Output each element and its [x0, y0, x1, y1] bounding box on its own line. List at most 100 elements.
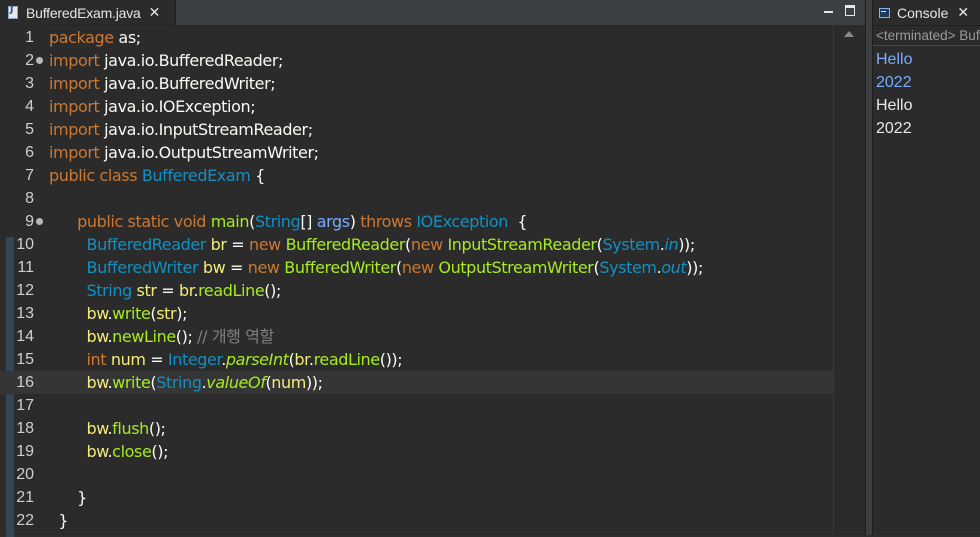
code-editor[interactable]: 1 package as; 2 import java.io.BufferedRead… [0, 25, 833, 535]
console-view: Console ✕ <terminated> BufferedExam [Jav… [873, 0, 980, 535]
console-line: 2022 [876, 120, 912, 137]
code-line[interactable]: 7 public class BufferedExam { [0, 164, 833, 187]
line-number: 16 [16, 374, 34, 391]
scroll-up-arrow-icon[interactable] [844, 31, 854, 37]
line-number: 17 [16, 397, 34, 414]
code-line[interactable]: 1 package as; [0, 26, 833, 49]
code-line[interactable]: 16 bw.write(String.valueOf(num)); [0, 371, 833, 394]
code-token: java.io.InputStreamReader; [99, 120, 313, 139]
code-token: str [136, 281, 157, 300]
console-icon [879, 7, 890, 18]
code-token: valueOf [206, 373, 266, 392]
code-token: bw [202, 258, 226, 277]
maximize-icon[interactable] [845, 5, 855, 16]
code-text: bw.close(); [49, 440, 169, 463]
code-token: public static void [77, 212, 207, 231]
fold-toggle-icon[interactable] [36, 57, 43, 64]
minimize-icon[interactable] [824, 11, 833, 13]
code-token: int [86, 350, 107, 369]
code-text: public static void main(String[] args) t… [49, 210, 527, 233]
code-line[interactable]: 14 bw.newLine(); // 개행 역할 [0, 325, 833, 348]
code-token: IOException [416, 212, 509, 231]
code-token: import [49, 97, 100, 116]
line-number: 2 [25, 52, 34, 69]
code-line[interactable]: 9 public static void main(String[] args)… [0, 210, 833, 233]
code-text: BufferedWriter bw = new BufferedWriter(n… [49, 256, 704, 279]
line-number: 11 [17, 259, 34, 276]
code-token: )); [305, 373, 323, 392]
code-line[interactable]: 15 int num = Integer.parseInt(br.readLin… [0, 348, 833, 371]
code-token: } [49, 488, 87, 507]
code-token: newLine [112, 327, 176, 346]
code-line[interactable]: 12 String str = br.readLine(); [0, 279, 833, 302]
code-token: (); [264, 281, 281, 300]
close-icon[interactable]: ✕ [149, 5, 161, 21]
line-number: 13 [16, 305, 34, 322]
code-line[interactable]: 6 import java.io.OutputStreamWriter; [0, 141, 833, 164]
code-line[interactable]: 10 BufferedReader br = new BufferedReade… [0, 233, 833, 256]
code-line[interactable]: 13 bw.write(str); [0, 302, 833, 325]
code-line[interactable]: 8 [0, 187, 833, 210]
line-number: 22 [16, 512, 34, 529]
editor-vertical-scrollbar[interactable] [833, 25, 866, 535]
code-line[interactable]: 18 bw.flush(); [0, 417, 833, 440]
code-line[interactable]: 11 BufferedWriter bw = new BufferedWrite… [0, 256, 833, 279]
editor-tab-label: BufferedExam.java [26, 4, 141, 21]
code-token: br [178, 281, 194, 300]
code-token: bw [86, 419, 108, 438]
console-line: Hello [876, 97, 913, 114]
fold-toggle-icon[interactable] [36, 218, 43, 225]
code-line[interactable]: 17 [0, 394, 833, 417]
code-line[interactable]: 19 bw.close(); [0, 440, 833, 463]
code-token: String [86, 281, 133, 300]
code-token: import [49, 51, 100, 70]
code-line[interactable]: 3 import java.io.BufferedWriter; [0, 72, 833, 95]
code-text: BufferedReader br = new BufferedReader(n… [49, 233, 696, 256]
pane-divider[interactable] [865, 0, 873, 535]
code-token: )); [678, 235, 695, 254]
code-token: import [49, 143, 100, 162]
code-token: br [210, 235, 227, 254]
line-number: 1 [25, 29, 34, 46]
tab-console[interactable]: Console ✕ [873, 0, 969, 25]
code-token: ()); [379, 350, 403, 369]
code-token: package [49, 28, 114, 47]
console-tab-bar: Console ✕ [873, 0, 980, 26]
line-number: 14 [16, 328, 34, 345]
line-number: 5 [25, 121, 34, 138]
editor-tab-bufferedexam[interactable]: BufferedExam.java ✕ [0, 0, 176, 25]
code-token: BufferedWriter [86, 258, 199, 277]
code-token: num [110, 350, 146, 369]
code-token: args [316, 212, 350, 231]
code-token: OutputStreamWriter [438, 258, 594, 277]
console-output[interactable]: Hello 2022 Hello 2022 [876, 48, 912, 140]
code-token: System [602, 235, 660, 254]
code-text: package as; [49, 26, 141, 49]
code-line[interactable]: 2 import java.io.BufferedReader; [0, 49, 833, 72]
code-token: bw [86, 327, 108, 346]
code-line[interactable]: 4 import java.io.IOException; [0, 95, 833, 118]
code-token: (); [151, 442, 169, 461]
code-line[interactable]: 5 import java.io.InputStreamReader; [0, 118, 833, 141]
code-token: = [156, 281, 179, 300]
code-line[interactable]: 20 [0, 463, 833, 486]
code-token: new [249, 235, 281, 254]
code-line[interactable]: 21 } [0, 486, 833, 509]
close-icon[interactable]: ✕ [957, 5, 969, 21]
editor-pane: BufferedExam.java ✕ 1 package as; 2 import … [0, 0, 866, 537]
code-line[interactable]: 22 } [0, 509, 833, 532]
line-number: 19 [16, 443, 34, 460]
code-token: ) [349, 212, 361, 231]
code-token: num [271, 373, 306, 392]
code-text: bw.flush(); [49, 417, 166, 440]
code-token: // 개행 역할 [197, 327, 274, 346]
code-token: import [49, 120, 100, 139]
line-number: 4 [25, 98, 34, 115]
code-token: import [49, 74, 100, 93]
code-token: )); [686, 258, 703, 277]
console-status: <terminated> BufferedExam [Java Applicat… [873, 26, 980, 46]
line-number: 10 [16, 236, 34, 253]
line-number: 7 [25, 167, 34, 184]
